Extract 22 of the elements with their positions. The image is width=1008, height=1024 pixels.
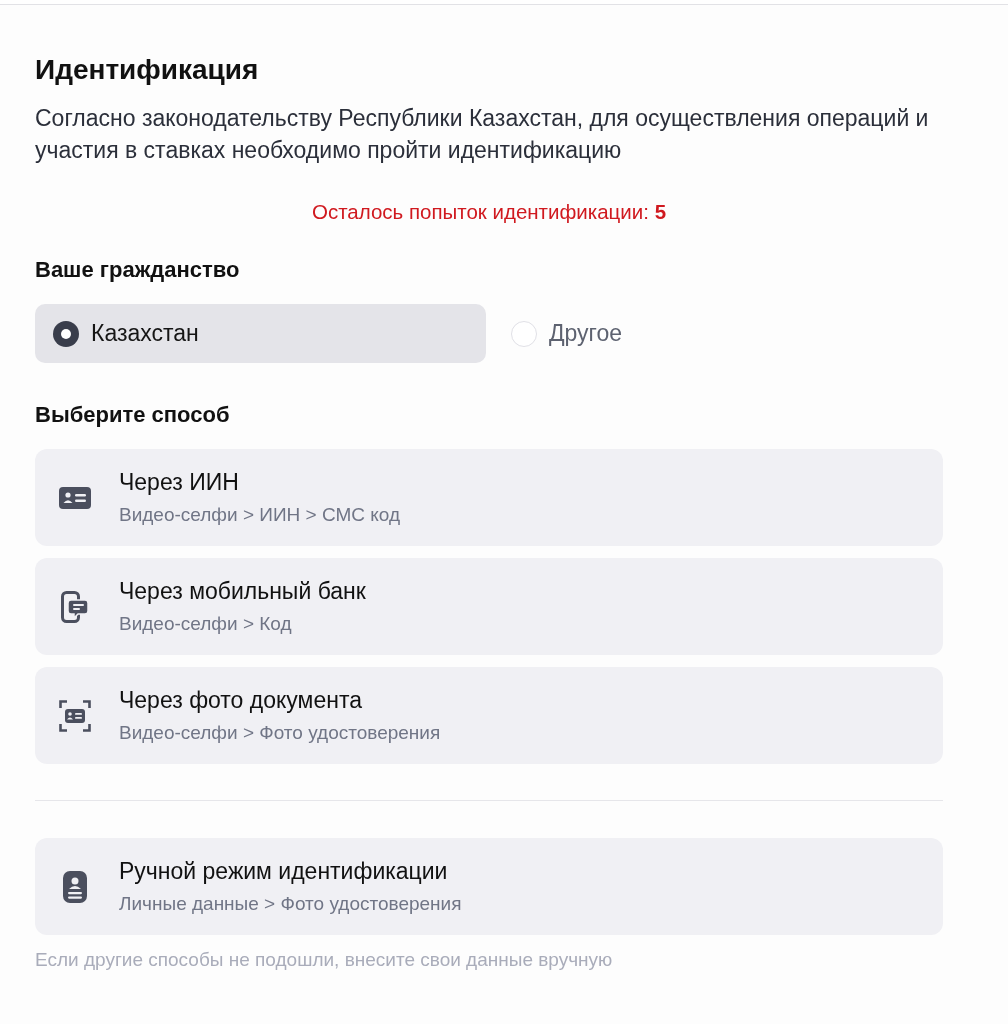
radio-option[interactable]: Казахстан [35, 304, 486, 363]
method-title: Через ИИН [119, 469, 239, 495]
citizenship-heading: Ваше гражданство [35, 258, 240, 282]
radio-option[interactable]: Другое [493, 304, 641, 363]
method-title: Ручной режим идентификации [119, 858, 448, 884]
method-steps: Видео-селфи > ИИН > СМС код [119, 504, 401, 526]
method-title: Через мобильный банк [119, 578, 366, 604]
phone-chat-icon [59, 590, 91, 623]
attempts-text: Осталось попыток идентификации: 5 [311, 200, 667, 224]
method-card[interactable]: Ручной режим идентификации Личные данные > Фото удостоверения [35, 838, 943, 935]
scan-card-icon [59, 699, 91, 732]
method-card[interactable]: Через фото документа Видео-селфи > Фото удостоверения [35, 667, 943, 764]
method-heading: Выберите способ [35, 403, 230, 427]
method-title: Через фото документа [119, 687, 362, 713]
method-card[interactable]: Через мобильный банк Видео-селфи > Код [35, 558, 943, 655]
method-steps: Личные данные > Фото удостоверения [119, 893, 462, 915]
page-title: Идентификация [35, 54, 259, 86]
method-steps: Видео-селфи > Код [119, 613, 292, 635]
method-steps: Видео-селфи > Фото удостоверения [119, 722, 441, 744]
description-text: Согласно законодательству Республики Казахстан, для осуществления операций и участия в ставках необходимо пройти идентификацию [35, 104, 930, 165]
hint-text: Если другие способы не подошли, внесите свои данные вручную [35, 948, 613, 972]
method-card[interactable]: Через ИИН Видео-селфи > ИИН > СМС код [35, 449, 943, 546]
